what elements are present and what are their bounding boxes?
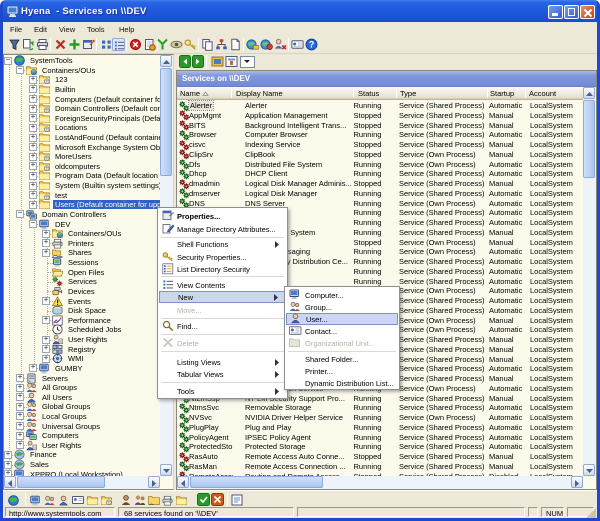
svg-text:?: ?	[309, 40, 314, 50]
